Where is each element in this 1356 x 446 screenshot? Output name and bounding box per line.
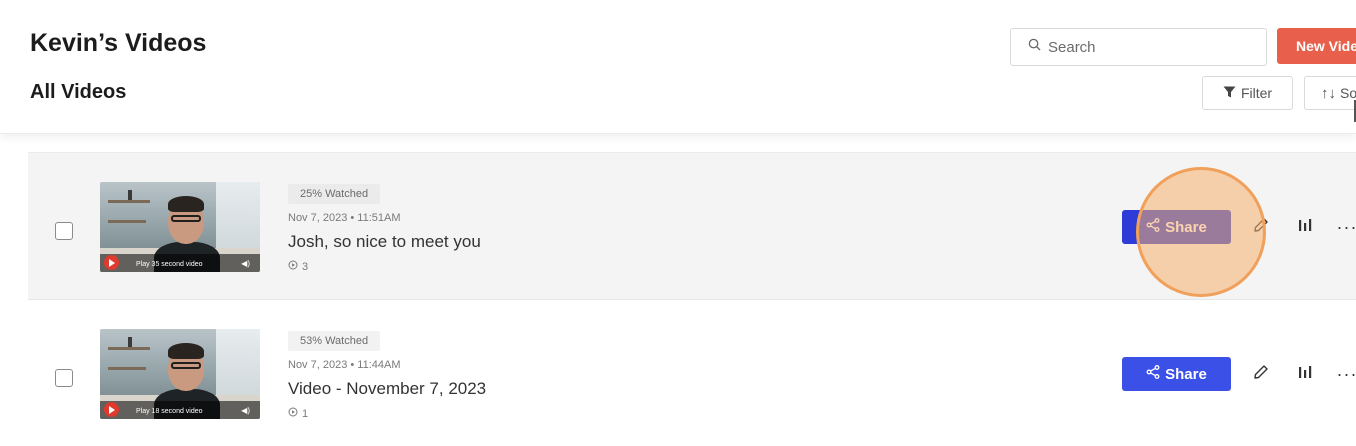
- video-date: Nov 7, 2023 • 11:44AM: [288, 359, 401, 371]
- analytics-button[interactable]: [1289, 211, 1321, 243]
- share-icon: [1146, 365, 1165, 383]
- search-input[interactable]: [1048, 38, 1248, 56]
- new-video-button[interactable]: New Video: [1277, 28, 1356, 64]
- filter-icon: [1223, 85, 1241, 101]
- video-thumbnail[interactable]: Play 18 second video ◀): [100, 329, 260, 419]
- view-count-value: 3: [302, 260, 309, 273]
- volume-icon: ◀): [241, 406, 250, 415]
- watched-badge: 25% Watched: [288, 184, 381, 204]
- video-row[interactable]: Play 18 second video ◀) 53% Watched Nov …: [28, 300, 1356, 446]
- share-button[interactable]: Share: [1122, 210, 1231, 244]
- sort-label: Sort: [1340, 85, 1356, 101]
- eye-icon: [288, 407, 302, 420]
- video-row[interactable]: Play 35 second video ◀) 25% Watched Nov …: [28, 152, 1356, 300]
- thumbnail-play-label: Play 35 second video: [136, 261, 203, 268]
- play-icon[interactable]: [104, 255, 119, 270]
- share-label: Share: [1165, 218, 1207, 236]
- section-title: All Videos: [30, 81, 127, 103]
- edit-button[interactable]: [1245, 211, 1277, 243]
- view-count-value: 1: [302, 407, 309, 420]
- filter-label: Filter: [1240, 85, 1273, 101]
- row-checkbox[interactable]: [55, 369, 73, 387]
- page-title: Kevin’s Videos: [30, 29, 207, 57]
- share-button[interactable]: Share: [1122, 357, 1231, 391]
- more-icon[interactable]: ···: [1331, 211, 1356, 243]
- sort-button[interactable]: ↑↓ Sort: [1304, 76, 1356, 110]
- filter-button[interactable]: Filter: [1202, 76, 1293, 110]
- analytics-button[interactable]: [1289, 358, 1321, 390]
- pencil-icon: [1253, 217, 1269, 238]
- search-box[interactable]: [1010, 28, 1267, 66]
- share-label: Share: [1165, 365, 1207, 383]
- eye-icon: [288, 260, 302, 273]
- edit-button[interactable]: [1245, 358, 1277, 390]
- video-title[interactable]: Josh, so nice to meet you: [288, 232, 481, 252]
- sort-icon: ↑↓: [1321, 84, 1336, 102]
- watched-badge: 53% Watched: [288, 331, 381, 351]
- video-date: Nov 7, 2023 • 11:51AM: [288, 212, 401, 224]
- video-thumbnail[interactable]: Play 35 second video ◀): [100, 182, 260, 272]
- view-count: 3: [288, 260, 308, 273]
- view-count: 1: [288, 407, 308, 420]
- volume-icon: ◀): [241, 259, 250, 268]
- play-icon[interactable]: [104, 402, 119, 417]
- bar-chart-icon: [1297, 364, 1313, 385]
- share-icon: [1146, 218, 1165, 236]
- thumbnail-play-label: Play 18 second video: [136, 408, 203, 415]
- bar-chart-icon: [1297, 217, 1313, 238]
- pencil-icon: [1253, 364, 1269, 385]
- page-header: Kevin’s Videos All Videos New Video Filt…: [0, 0, 1356, 134]
- video-title[interactable]: Video - November 7, 2023: [288, 379, 486, 399]
- more-icon[interactable]: ···: [1331, 358, 1356, 390]
- row-checkbox[interactable]: [55, 222, 73, 240]
- search-icon: [1028, 38, 1041, 56]
